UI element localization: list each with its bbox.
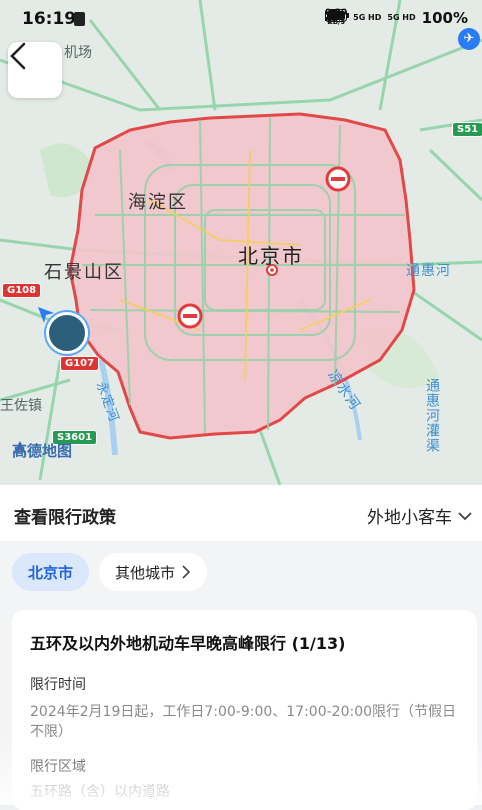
map-view[interactable]: 16:19 0.20 KB/s 5G HD 5G HD 100% ✈ 机场 海淀… xyxy=(0,0,482,485)
battery-percent: 100% xyxy=(421,9,468,27)
map-label-airport: 机场 xyxy=(64,45,92,61)
vehicle-type-value: 外地小客车 xyxy=(367,508,452,528)
area-label: 限行区域 xyxy=(30,759,86,775)
map-label-tonghuiguan: 通惠河灌渠 xyxy=(424,378,440,453)
road-shield-s51: S51 xyxy=(452,122,482,137)
time-value: 2024年2月19日起，工作日7:00-9:00、17:00-20:00限行（节… xyxy=(30,704,457,740)
map-label-shijingshan: 石景山区 xyxy=(44,262,124,283)
city-tabs: 北京市 其他城市 xyxy=(12,553,208,591)
map-label-wangzuo: 王佐镇 xyxy=(0,398,42,414)
area-value: 五环路（含）以内道路 xyxy=(30,784,170,800)
road-shield-g107: G107 xyxy=(60,356,100,371)
tab-other-cities[interactable]: 其他城市 xyxy=(99,553,208,591)
tab-label: 北京市 xyxy=(28,563,74,582)
vehicle-type-dropdown[interactable]: 外地小客车 xyxy=(367,503,472,528)
chevron-left-icon xyxy=(10,42,26,70)
battery-icon xyxy=(324,9,349,22)
status-bar: 16:19 0.20 KB/s 5G HD 5G HD 100% xyxy=(0,0,482,40)
no-entry-sign[interactable] xyxy=(325,166,351,192)
back-button[interactable] xyxy=(8,42,62,98)
chevron-down-icon xyxy=(458,511,472,520)
amap-logo-icon xyxy=(13,441,27,455)
tab-label: 其他城市 xyxy=(115,563,176,582)
no-entry-sign[interactable] xyxy=(177,303,203,329)
panel-header: 查看限行政策 外地小客车 xyxy=(0,485,482,541)
user-location-avatar[interactable] xyxy=(46,312,88,354)
signal-1: 5G HD xyxy=(353,13,382,22)
tab-beijing[interactable]: 北京市 xyxy=(12,553,90,591)
road-shield-g108: G108 xyxy=(2,283,42,298)
time-label: 限行时间 xyxy=(30,677,86,693)
signal-2: 5G HD xyxy=(387,13,416,22)
restriction-panel: 查看限行政策 外地小客车 北京市 其他城市 五环及以内外地机动车早晚高峰限行 (… xyxy=(0,485,482,810)
map-label-haidian: 海淀区 xyxy=(128,192,188,213)
chevron-right-icon xyxy=(182,565,191,579)
map-label-tonghui: 通惠河 xyxy=(406,263,451,279)
panel-title: 查看限行政策 xyxy=(14,508,116,528)
card-title: 五环及以内外地机动车早晚高峰限行 (1/13) xyxy=(30,634,346,653)
restriction-card[interactable]: 五环及以内外地机动车早晚高峰限行 (1/13) 限行时间 2024年2月19日起… xyxy=(12,610,477,810)
sim-icon xyxy=(74,12,85,26)
amap-logo: 高德地图 xyxy=(12,440,72,461)
map-label-beijing: 北京市 xyxy=(238,244,304,268)
status-time: 16:19 xyxy=(22,9,77,29)
